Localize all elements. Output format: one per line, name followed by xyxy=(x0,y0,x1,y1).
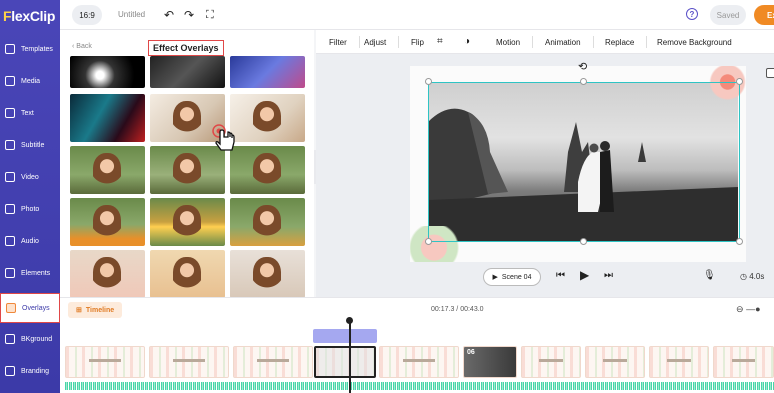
overlay-thumbnail[interactable] xyxy=(150,198,225,246)
scene-play-button[interactable]: ▶ Scene 04 xyxy=(483,268,541,286)
video-clip[interactable] xyxy=(379,346,459,378)
video-icon xyxy=(5,172,15,182)
sidebar-item-templates[interactable]: Templates xyxy=(0,34,60,64)
animation-button[interactable]: Animation xyxy=(545,38,581,47)
overlay-thumbnail[interactable] xyxy=(70,94,145,142)
timeline-tab[interactable]: ⊞ Timeline xyxy=(68,302,122,318)
fullscreen-icon[interactable]: ⛶ xyxy=(206,8,214,22)
video-clip[interactable] xyxy=(713,346,774,378)
motion-button[interactable]: Motion xyxy=(496,38,520,47)
sidebar: FlexClip Templates Media Text Subtitle V… xyxy=(0,0,60,393)
redo-icon[interactable]: ↷ xyxy=(184,8,194,22)
templates-icon xyxy=(5,44,15,54)
video-clip[interactable] xyxy=(65,346,145,378)
resize-handle[interactable] xyxy=(736,78,743,85)
overlay-thumbnail[interactable] xyxy=(230,56,305,88)
video-clip[interactable] xyxy=(649,346,709,378)
video-clip[interactable] xyxy=(149,346,229,378)
zoom-control[interactable]: ⊖ —● xyxy=(736,304,761,315)
saved-button[interactable]: Saved xyxy=(710,5,746,25)
sidebar-item-subtitle[interactable]: Subtitle xyxy=(0,130,60,160)
app-logo[interactable]: FlexClip xyxy=(3,8,55,24)
document-title[interactable]: Untitled xyxy=(118,10,145,19)
sidebar-item-bkground[interactable]: BKground xyxy=(0,324,60,354)
sidebar-item-text[interactable]: Text xyxy=(0,98,60,128)
export-button[interactable]: Exp xyxy=(754,5,774,25)
overlay-thumbnail[interactable] xyxy=(70,198,145,246)
time-display: 00:17.3 / 00:43.0 xyxy=(431,306,484,313)
scene-duration: ◷ 4.0s xyxy=(740,272,765,281)
overlays-icon xyxy=(6,303,16,313)
aspect-ratio-button[interactable]: 16:9 xyxy=(72,5,102,25)
hand-cursor-icon xyxy=(212,124,235,151)
layer-icon[interactable] xyxy=(766,68,774,78)
sidebar-item-branding[interactable]: Branding xyxy=(0,356,60,386)
overlay-thumbnail[interactable] xyxy=(70,56,145,88)
sidebar-item-media[interactable]: Media xyxy=(0,66,60,96)
video-clip[interactable] xyxy=(521,346,581,378)
sidebar-item-video[interactable]: Video xyxy=(0,162,60,192)
filter-button[interactable]: Filter xyxy=(329,38,347,47)
resize-handle[interactable] xyxy=(580,238,587,245)
timeline: ⊞ Timeline 00:17.3 / 00:43.0 ⊖ —● 06 xyxy=(60,297,774,393)
zoom-slider[interactable]: —● xyxy=(746,304,760,314)
resize-handle[interactable] xyxy=(425,78,432,85)
photo-icon xyxy=(5,204,15,214)
playhead[interactable] xyxy=(346,317,352,393)
play-icon[interactable]: ▶ xyxy=(580,268,589,282)
clock-icon: ◷ xyxy=(740,272,750,281)
top-bar: 16:9 Untitled ↶ ↷ ⛶ ? Saved Exp xyxy=(60,0,774,30)
audio-icon xyxy=(5,236,15,246)
play-icon: ▶ xyxy=(492,274,498,281)
panel-title: Effect Overlays xyxy=(148,40,224,56)
effect-overlays-panel: ‹ Back Effect Overlays xyxy=(60,30,314,297)
sidebar-item-photo[interactable]: Photo xyxy=(0,194,60,224)
overlay-thumbnail[interactable] xyxy=(70,250,145,297)
video-track: 06 xyxy=(65,346,774,378)
help-icon[interactable]: ? xyxy=(686,8,698,20)
text-icon xyxy=(5,108,15,118)
remove-background-button[interactable]: Remove Background xyxy=(657,38,732,47)
resize-handle[interactable] xyxy=(425,238,432,245)
overlay-thumbnail[interactable] xyxy=(70,146,145,194)
resize-handle[interactable] xyxy=(736,238,743,245)
video-clip[interactable]: 06 xyxy=(463,346,517,378)
undo-icon[interactable]: ↶ xyxy=(164,8,174,22)
contrast-icon[interactable]: ◑ xyxy=(464,36,470,47)
elements-icon xyxy=(5,268,15,278)
adjust-button[interactable]: Adjust xyxy=(364,38,386,47)
selection-box[interactable] xyxy=(428,82,740,242)
resize-handle[interactable] xyxy=(580,78,587,85)
overlay-track-clip[interactable] xyxy=(313,329,377,343)
timeline-icon: ⊞ xyxy=(76,307,82,314)
background-icon xyxy=(5,334,15,344)
microphone-icon[interactable]: 🎙 xyxy=(703,270,716,281)
video-clip[interactable] xyxy=(585,346,645,378)
replace-button[interactable]: Replace xyxy=(605,38,634,47)
overlay-thumbnail[interactable] xyxy=(230,198,305,246)
overlay-thumbnail[interactable] xyxy=(230,250,305,297)
sidebar-item-elements[interactable]: Elements xyxy=(0,258,60,288)
media-icon xyxy=(5,76,15,86)
subtitle-icon xyxy=(5,140,15,150)
overlay-thumbnail[interactable] xyxy=(150,56,225,88)
video-clip[interactable] xyxy=(233,346,313,378)
overlay-thumbnail[interactable] xyxy=(150,250,225,297)
previous-icon[interactable]: ⏮ xyxy=(556,270,565,281)
audio-waveform[interactable] xyxy=(65,382,774,390)
sidebar-item-overlays[interactable]: Overlays xyxy=(0,293,60,323)
sidebar-item-audio[interactable]: Audio xyxy=(0,226,60,256)
next-icon[interactable]: ⏭ xyxy=(604,270,613,281)
back-link[interactable]: ‹ Back xyxy=(72,43,92,50)
crop-icon[interactable]: ⌗ xyxy=(437,36,443,47)
rotate-icon[interactable]: ⟲ xyxy=(578,60,587,73)
branding-icon xyxy=(5,366,15,376)
zoom-out-icon: ⊖ xyxy=(736,304,744,314)
flip-button[interactable]: Flip xyxy=(411,38,424,47)
edit-toolbar: Filter Adjust Flip ⌗ ◑ Motion Animation … xyxy=(316,30,774,54)
selected-video-clip[interactable] xyxy=(314,346,376,378)
